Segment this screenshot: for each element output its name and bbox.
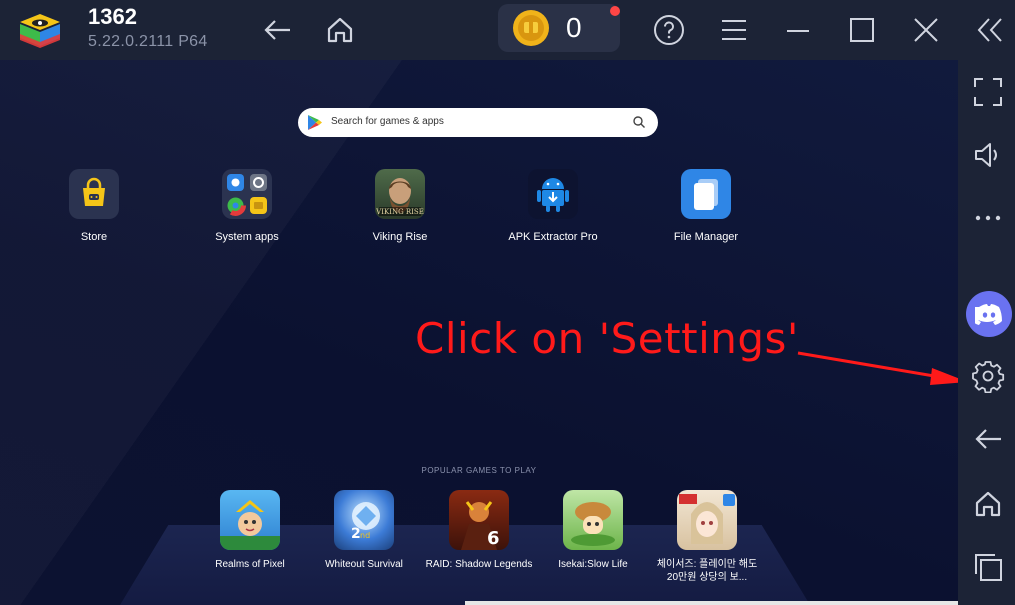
app-system-apps[interactable]: System apps bbox=[192, 169, 302, 243]
search-input[interactable]: Search for games & apps bbox=[331, 116, 444, 127]
google-play-icon bbox=[308, 115, 322, 130]
game-label: Isekai:Slow Life bbox=[558, 559, 628, 570]
discord-icon[interactable] bbox=[966, 291, 1012, 337]
game-whiteout-survival[interactable]: 2nd Whiteout Survival bbox=[309, 490, 419, 571]
game-label: 체이서즈: 플레이만 해도 20만원 상당의 보... bbox=[656, 559, 758, 583]
app-label: System apps bbox=[215, 231, 279, 243]
back-arrow-icon[interactable] bbox=[259, 12, 295, 48]
app-label: File Manager bbox=[673, 231, 739, 243]
menu-icon[interactable] bbox=[716, 12, 752, 48]
bluestacks-logo-icon bbox=[20, 14, 60, 48]
app-viking-rise[interactable]: VIKING RISE Viking Rise bbox=[345, 169, 455, 243]
app-name: 1362 bbox=[88, 4, 137, 29]
more-options-icon[interactable] bbox=[968, 198, 1008, 238]
minimize-icon[interactable] bbox=[780, 12, 816, 48]
whiteout-survival-icon: 2nd bbox=[334, 490, 394, 550]
svg-text:VIKING RISE: VIKING RISE bbox=[375, 208, 424, 216]
recent-apps-icon[interactable] bbox=[968, 547, 1008, 587]
title-bar: 1362 5.22.0.2111 P64 0 bbox=[0, 0, 1015, 60]
app-file-manager[interactable]: File Manager bbox=[651, 169, 761, 243]
svg-text:6: 6 bbox=[487, 528, 500, 549]
system-apps-icon bbox=[222, 169, 272, 219]
game-isekai-slow-life[interactable]: Isekai:Slow Life bbox=[538, 490, 648, 571]
game-chasers[interactable]: 체이서즈: 플레이만 해도 20만원 상당의 보... bbox=[652, 490, 762, 584]
coin-count: 0 bbox=[566, 12, 582, 43]
collapse-sidebar-icon[interactable] bbox=[972, 12, 1008, 48]
app-apk-extractor-pro[interactable]: APK Extractor Pro bbox=[498, 169, 608, 243]
settings-gear-icon[interactable] bbox=[968, 356, 1008, 396]
game-realms-of-pixel[interactable]: Realms of Pixel bbox=[195, 490, 305, 571]
isekai-slow-life-icon bbox=[563, 490, 623, 550]
store-icon bbox=[69, 169, 119, 219]
help-icon[interactable] bbox=[651, 12, 687, 48]
app-label: APK Extractor Pro bbox=[508, 231, 598, 243]
game-label: RAID: Shadow Legends bbox=[425, 559, 533, 570]
volume-icon[interactable] bbox=[968, 135, 1008, 175]
realms-of-pixel-icon bbox=[220, 490, 280, 550]
app-version: 5.22.0.2111 P64 bbox=[88, 33, 208, 50]
notification-dot bbox=[610, 6, 620, 16]
game-label: Whiteout Survival bbox=[325, 559, 403, 570]
raid-shadow-legends-icon: 6 bbox=[449, 490, 509, 550]
instruction-text: Click on 'Settings' bbox=[415, 314, 799, 363]
home-icon[interactable] bbox=[322, 12, 358, 48]
home-nav-icon[interactable] bbox=[968, 484, 1008, 524]
popular-games-title: POPULAR GAMES TO PLAY bbox=[421, 466, 537, 475]
search-icon[interactable] bbox=[632, 115, 646, 129]
maximize-icon[interactable] bbox=[844, 12, 880, 48]
app-store[interactable]: Store bbox=[39, 169, 149, 243]
right-sidebar bbox=[958, 60, 1015, 605]
back-icon[interactable] bbox=[968, 419, 1008, 459]
coin-icon bbox=[513, 10, 549, 46]
close-icon[interactable] bbox=[908, 12, 944, 48]
app-label: Viking Rise bbox=[372, 231, 428, 243]
app-label: Store bbox=[80, 231, 108, 243]
apk-extractor-icon bbox=[528, 169, 578, 219]
coin-balance[interactable]: 0 bbox=[498, 4, 620, 52]
viking-rise-icon: VIKING RISE bbox=[375, 169, 425, 219]
svg-text:nd: nd bbox=[360, 531, 370, 540]
chasers-icon bbox=[677, 490, 737, 550]
search-bar[interactable]: Search for games & apps bbox=[298, 108, 658, 137]
game-label: Realms of Pixel bbox=[215, 559, 285, 570]
home-screen: Search for games & apps Store System app… bbox=[0, 60, 958, 605]
bottom-indicator bbox=[465, 601, 958, 605]
file-manager-icon bbox=[681, 169, 731, 219]
pointer-arrow-icon bbox=[797, 351, 958, 385]
game-raid-shadow-legends[interactable]: 6 RAID: Shadow Legends bbox=[424, 490, 534, 571]
fullscreen-icon[interactable] bbox=[968, 72, 1008, 112]
